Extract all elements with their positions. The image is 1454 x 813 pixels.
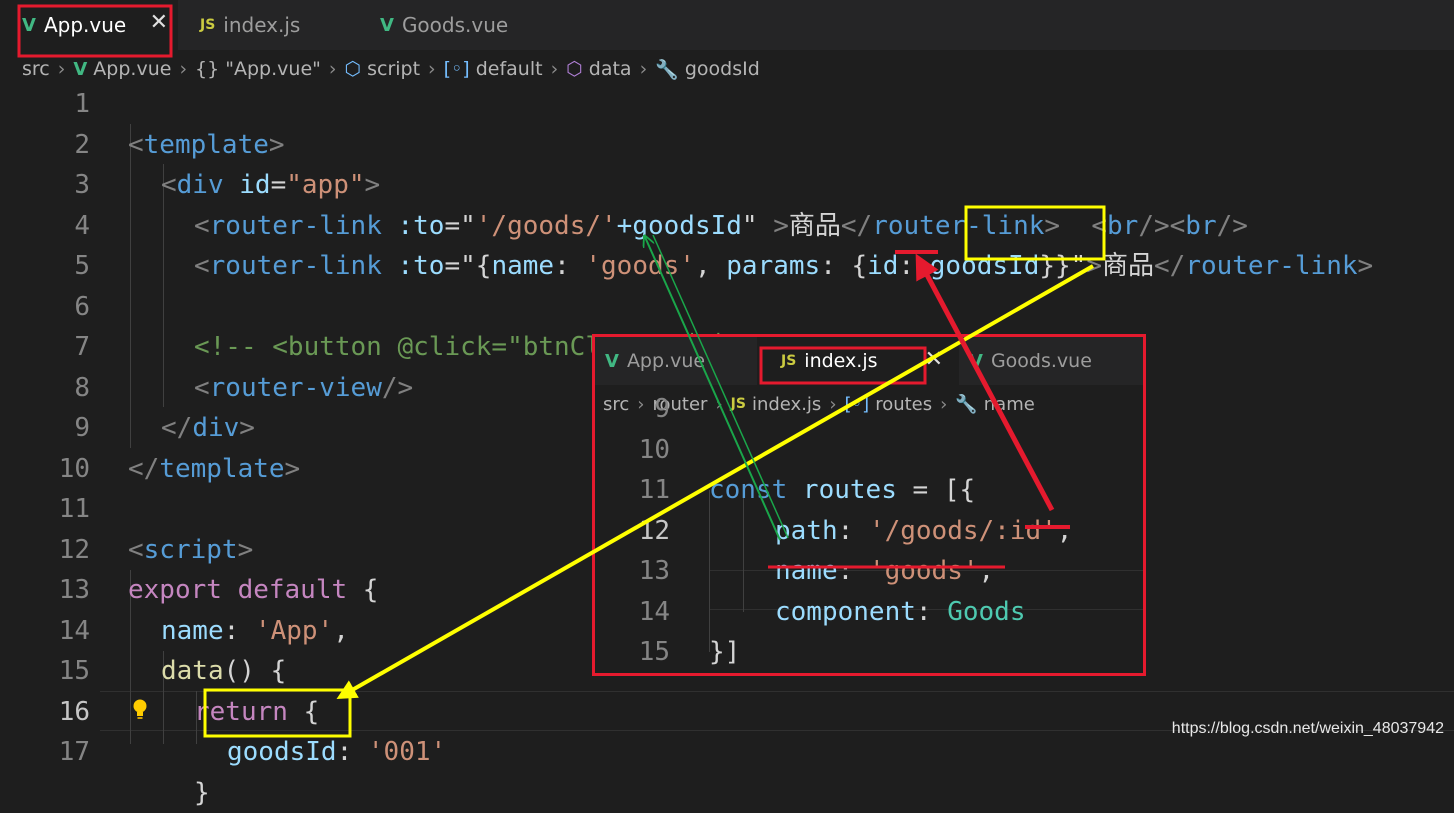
arrow-red bbox=[918, 258, 1052, 510]
watermark: https://blog.csdn.net/weixin_48037942 bbox=[1172, 720, 1444, 738]
arrow-yellow bbox=[340, 266, 1093, 697]
code-line: } bbox=[194, 773, 210, 813]
highlight-box-app-tab bbox=[19, 6, 171, 56]
arrow-green bbox=[645, 237, 780, 540]
annotation-overlay bbox=[0, 0, 1454, 744]
highlight-box-goodsid bbox=[966, 207, 1104, 259]
arrow-green-double bbox=[653, 235, 788, 538]
highlight-box-goodsid-data bbox=[205, 690, 350, 736]
